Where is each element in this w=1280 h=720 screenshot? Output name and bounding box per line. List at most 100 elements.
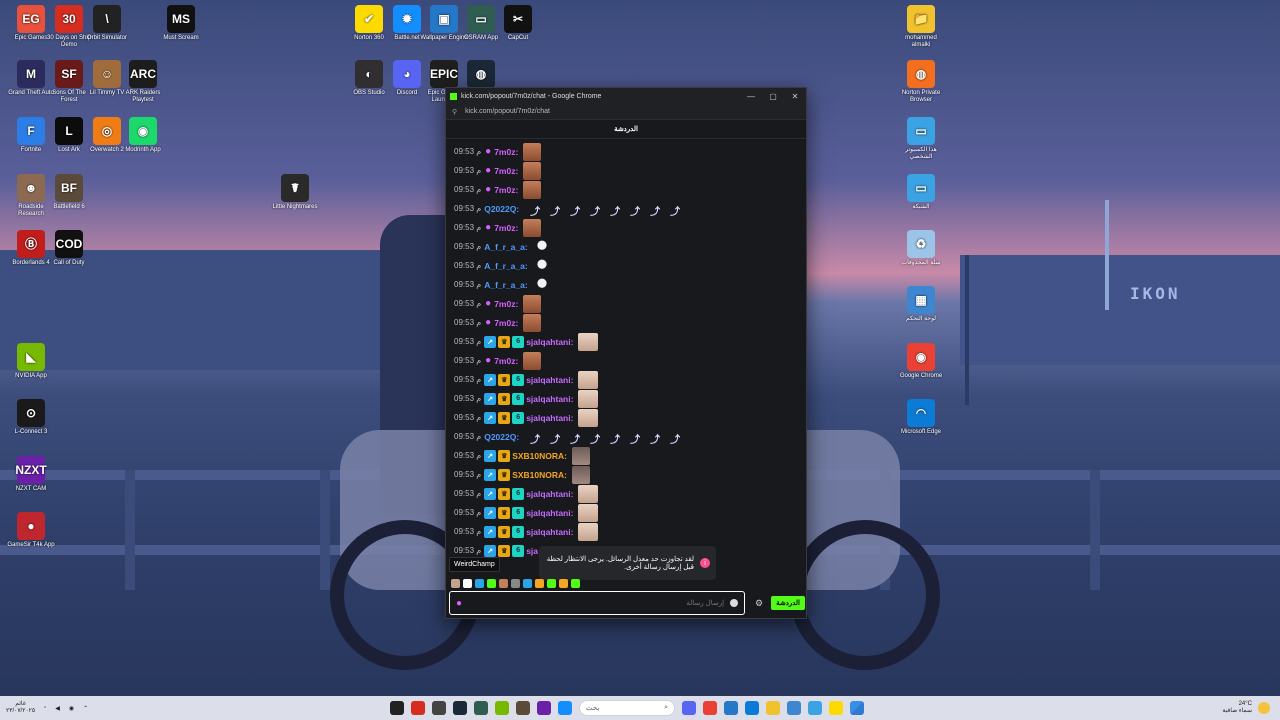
desktop-icon[interactable]: ▭ هذا الكمبيوتر الشخصي xyxy=(896,117,946,161)
emote-flow-icon[interactable]: ⤴ xyxy=(530,203,542,218)
desktop-icon[interactable]: ◠ Microsoft Edge xyxy=(896,399,946,436)
emote-cat-icon[interactable] xyxy=(578,370,599,389)
chat-input-placeholder[interactable]: إرسال رسالة xyxy=(468,599,730,607)
desktop-icon[interactable]: \ Orbit Simulator xyxy=(82,5,132,42)
desktop-icon[interactable]: ✂ CapCut xyxy=(493,5,543,42)
message-username[interactable]: 7m0z: xyxy=(494,223,518,233)
emote-flow-icon[interactable]: ⤴ xyxy=(630,203,642,218)
desktop-icon[interactable]: ♻ سلة المحذوفات xyxy=(896,230,946,267)
recent-emote-icon[interactable] xyxy=(463,578,472,588)
emote-flow-icon[interactable]: ⤴ xyxy=(550,431,562,446)
desktop-icon[interactable]: ▭ الشبكة xyxy=(896,174,946,211)
message-username[interactable]: 7m0z: xyxy=(494,318,518,328)
emote-flow-icon[interactable]: ⤴ xyxy=(650,431,662,446)
taskbar-app-icon[interactable] xyxy=(453,701,467,715)
desktop-icon[interactable]: ☤ Little Nightmares xyxy=(270,174,320,211)
emote-doll-icon[interactable] xyxy=(532,256,551,275)
emote-face-icon[interactable] xyxy=(523,161,542,180)
emote-face-icon[interactable] xyxy=(523,294,542,313)
recent-emote-icon[interactable] xyxy=(571,578,580,588)
emote-flow-icon[interactable]: ⤴ xyxy=(530,431,542,446)
chat-input[interactable]: ● إرسال رسالة xyxy=(449,591,746,615)
chat-message[interactable]: 09:53 م ● 7m0z: xyxy=(446,351,808,370)
desktop-icon[interactable]: ⊙ L-Connect 3 xyxy=(6,399,56,436)
message-username[interactable]: A_f_r_a_a: xyxy=(484,280,527,290)
message-username[interactable]: 7m0z: xyxy=(494,166,518,176)
emote-cat-icon[interactable] xyxy=(578,522,599,541)
message-username[interactable]: 7m0z: xyxy=(494,185,518,195)
recent-emote-icon[interactable] xyxy=(523,578,532,588)
desktop-icon[interactable]: ◣ NVIDIA App xyxy=(6,343,56,380)
windows-start-icon[interactable] xyxy=(850,701,864,715)
site-info-icon[interactable]: ⚲ xyxy=(452,108,457,116)
taskbar-app-icon[interactable] xyxy=(724,701,738,715)
emote-flow-icon[interactable]: ⤴ xyxy=(670,431,682,446)
recent-emote-icon[interactable] xyxy=(547,578,556,588)
taskbar-app-icon[interactable] xyxy=(432,701,446,715)
send-chat-button[interactable]: الدردشة xyxy=(771,596,805,610)
chat-message[interactable]: 09:53 م ● 7m0z: xyxy=(446,294,808,313)
taskbar-weather-right[interactable]: 24°C سماء صافية xyxy=(1222,701,1270,715)
taskbar-app-icon[interactable] xyxy=(411,701,425,715)
desktop-icon[interactable]: COD Call of Duty xyxy=(44,230,94,267)
desktop-icon[interactable]: ◉ Modrinth App xyxy=(118,117,168,154)
message-username[interactable]: Q2022Q: xyxy=(484,432,519,442)
emote-flow-icon[interactable]: ⤴ xyxy=(670,203,682,218)
chat-message[interactable]: 09:53 م ↗ ♛ 6 sjalqahtani: xyxy=(446,503,808,522)
emote-face-icon[interactable] xyxy=(523,351,542,370)
taskbar-app-icon[interactable] xyxy=(558,701,572,715)
chrome-window[interactable]: kick.com/popout/7m0z/chat - Google Chrom… xyxy=(445,87,807,619)
chat-message[interactable]: 09:53 م ● 7m0z: xyxy=(446,142,808,161)
message-username[interactable]: A_f_r_a_a: xyxy=(484,242,527,252)
network-icon[interactable]: ◉ xyxy=(69,705,74,712)
maximize-button[interactable]: ▢ xyxy=(762,92,784,101)
emote-cat-icon[interactable] xyxy=(578,484,599,503)
emote-cat-icon[interactable] xyxy=(578,389,599,408)
taskbar-app-icon[interactable] xyxy=(516,701,530,715)
emote-flow-icon[interactable]: ⤴ xyxy=(590,203,602,218)
taskbar-app-icon[interactable] xyxy=(495,701,509,715)
emote-man-icon[interactable] xyxy=(572,465,590,484)
message-username[interactable]: sjalqahtani: xyxy=(526,337,573,347)
desktop-icon[interactable]: 📁 mohammed almalki xyxy=(896,5,946,49)
chat-message[interactable]: 09:53 م ↗ ♛ 6 sjalqahtani: xyxy=(446,408,808,427)
chat-message[interactable]: 09:53 م ↗ ♛ SXB10NORA: xyxy=(446,446,808,465)
weather-line1[interactable]: غائم xyxy=(6,701,35,708)
chat-message[interactable]: 09:53 م Q2022Q: ⤴ ⤴ ⤴ ⤴ ⤴ ⤴ ⤴ ⤴ xyxy=(446,199,808,218)
emote-flow-icon[interactable]: ⤴ xyxy=(630,431,642,446)
taskbar-app-icon[interactable] xyxy=(474,701,488,715)
taskbar-search-box[interactable]: بحث ⌕ xyxy=(579,700,675,716)
message-username[interactable]: sjalqahtani: xyxy=(526,489,573,499)
message-username[interactable]: sjalqahtani: xyxy=(526,527,573,537)
settings-gear-icon[interactable]: ⚙ xyxy=(755,598,763,609)
chat-message[interactable]: 09:53 م ● 7m0z: xyxy=(446,313,808,332)
taskbar-app-icon[interactable] xyxy=(766,701,780,715)
microphone-icon[interactable]: ● xyxy=(456,598,462,609)
message-username[interactable]: A_f_r_a_a: xyxy=(484,261,527,271)
close-button[interactable]: ✕ xyxy=(784,92,806,101)
emote-flow-icon[interactable]: ⤴ xyxy=(570,203,582,218)
chat-message[interactable]: 09:53 م ↗ ♛ 6 sjalqahtani: xyxy=(446,484,808,503)
emote-flow-icon[interactable]: ⤴ xyxy=(610,431,622,446)
desktop-icon[interactable]: ARC ARK Raiders Playtest xyxy=(118,60,168,104)
message-username[interactable]: sjalqahtani: xyxy=(526,413,573,423)
chat-message[interactable]: 09:53 م ↗ ♛ SXB10NORA: xyxy=(446,465,808,484)
chat-message[interactable]: 09:53 م A_f_r_a_a: xyxy=(446,237,808,256)
chat-message[interactable]: 09:53 م ↗ ♛ 6 sjalqahtani: xyxy=(446,332,808,351)
emote-doll-icon[interactable] xyxy=(532,237,551,256)
message-username[interactable]: Q2022Q: xyxy=(484,204,519,214)
emote-flow-icon[interactable]: ⤴ xyxy=(650,203,662,218)
desktop-icon[interactable]: ▦ لوحة التحكم xyxy=(896,286,946,323)
recent-emotes-strip[interactable] xyxy=(451,577,580,589)
emote-picker-icon[interactable] xyxy=(730,599,739,607)
desktop-icon[interactable]: ● GameSir T4k App xyxy=(6,512,56,549)
address-bar[interactable]: ⚲ kick.com/popout/7m0z/chat xyxy=(446,104,806,120)
taskbar-app-icon[interactable] xyxy=(682,701,696,715)
emote-face-icon[interactable] xyxy=(523,218,542,237)
taskbar-app-icon[interactable] xyxy=(829,701,843,715)
emote-doll-icon[interactable] xyxy=(532,275,551,294)
desktop-icon[interactable]: ◍ Norton Private Browser xyxy=(896,60,946,104)
message-username[interactable]: 7m0z: xyxy=(494,356,518,366)
emote-man-icon[interactable] xyxy=(572,446,590,465)
taskbar-app-icon[interactable] xyxy=(703,701,717,715)
